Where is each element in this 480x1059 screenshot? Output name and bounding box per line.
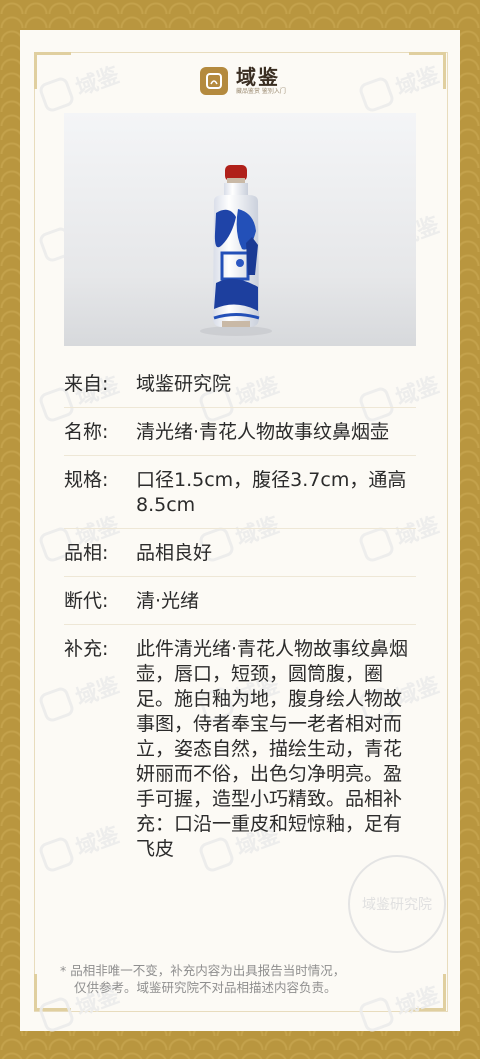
- detail-value: 品相良好: [136, 542, 213, 564]
- snuff-bottle-image: [64, 113, 416, 346]
- detail-row-source: 来自: 域鉴研究院: [64, 360, 416, 408]
- detail-value: 口径1.5cm，腹径3.7cm，通高8.5cm: [136, 469, 407, 516]
- detail-label: 补充:: [64, 638, 109, 660]
- detail-label: 断代:: [64, 590, 109, 612]
- detail-label: 规格:: [64, 469, 109, 491]
- brand-name: 域鉴: [236, 65, 280, 89]
- detail-value: 域鉴研究院: [136, 373, 232, 395]
- seal-logo-icon: [200, 67, 228, 95]
- detail-row-dating: 断代: 清·光绪: [64, 577, 416, 625]
- institute-seal: 域鉴研究院: [348, 855, 446, 953]
- item-photo[interactable]: [64, 113, 416, 346]
- disclaimer-line: 仅供参考。域鉴研究院不对品相描述内容负责。: [74, 980, 337, 995]
- seal-text: 域鉴研究院: [362, 897, 432, 913]
- detail-label: 来自:: [64, 373, 109, 395]
- detail-value: 清光绪·青花人物故事纹鼻烟壶: [136, 421, 390, 443]
- detail-row-condition: 品相: 品相良好: [64, 529, 416, 577]
- brand-subtitle: 藏品鉴赏 鉴别入门: [236, 88, 286, 95]
- disclaimer: * 品相非唯一不变，补充内容为出具报告当时情况， 仅供参考。域鉴研究院不对品相描…: [60, 962, 422, 996]
- details-list: 来自: 域鉴研究院 名称: 清光绪·青花人物故事纹鼻烟壶 规格: 口径1.5cm…: [64, 360, 416, 872]
- brand-logo: 域鉴 藏品鉴赏 鉴别入门: [200, 66, 286, 96]
- detail-row-notes: 补充: 此件清光绪·青花人物故事纹鼻烟壶，唇口，短颈，圆筒腹，圈足。施白釉为地，…: [64, 625, 416, 872]
- disclaimer-line: * 品相非唯一不变，补充内容为出具报告当时情况，: [60, 963, 346, 978]
- detail-value: 此件清光绪·青花人物故事纹鼻烟壶，唇口，短颈，圆筒腹，圈足。施白釉为地，腹身绘人…: [136, 638, 409, 860]
- detail-label: 品相:: [64, 542, 109, 564]
- detail-value: 清·光绪: [136, 590, 200, 612]
- detail-label: 名称:: [64, 421, 109, 443]
- detail-row-spec: 规格: 口径1.5cm，腹径3.7cm，通高8.5cm: [64, 456, 416, 529]
- detail-row-name: 名称: 清光绪·青花人物故事纹鼻烟壶: [64, 408, 416, 456]
